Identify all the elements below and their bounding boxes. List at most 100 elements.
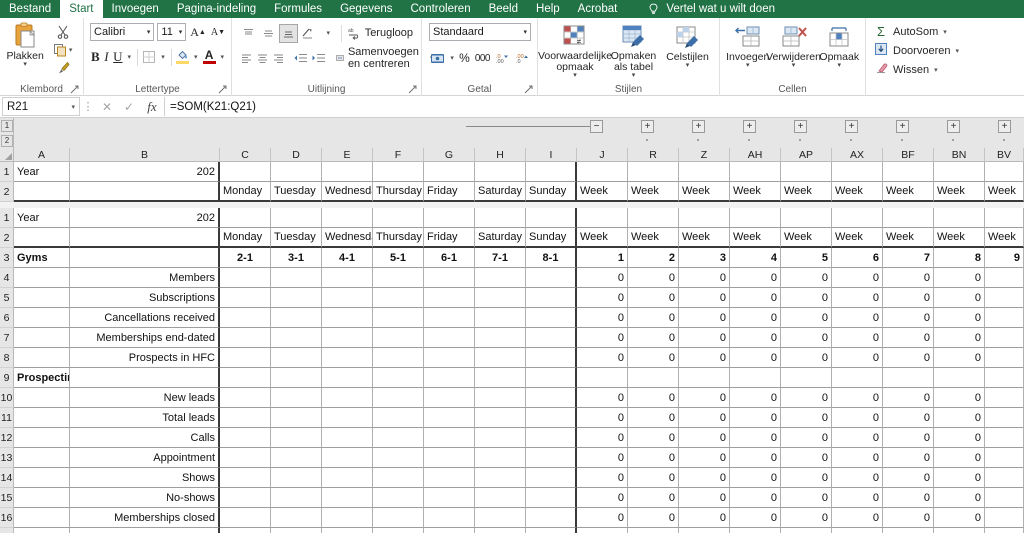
cell-E1[interactable] bbox=[322, 162, 373, 182]
cell-BF15[interactable]: 0 bbox=[883, 488, 934, 508]
row-header-14[interactable]: 14 bbox=[0, 468, 14, 488]
cell-AH1[interactable] bbox=[730, 208, 781, 228]
cell-D15[interactable] bbox=[271, 488, 322, 508]
cell-BV5[interactable] bbox=[985, 288, 1024, 308]
cell-R16[interactable]: 0 bbox=[628, 508, 679, 528]
cell-R11[interactable]: 0 bbox=[628, 408, 679, 428]
cell-G5[interactable] bbox=[424, 288, 475, 308]
cut-button[interactable] bbox=[56, 24, 70, 39]
cell-J14[interactable]: 0 bbox=[577, 468, 628, 488]
cell-G17[interactable] bbox=[424, 528, 475, 533]
cell-E15[interactable] bbox=[322, 488, 373, 508]
cell-C2[interactable]: Monday bbox=[220, 228, 271, 248]
cell-B11[interactable]: Total leads bbox=[70, 408, 220, 428]
cell-BN5[interactable]: 0 bbox=[934, 288, 985, 308]
cell-R14[interactable]: 0 bbox=[628, 468, 679, 488]
cell-B12[interactable]: Calls bbox=[70, 428, 220, 448]
cell-Z13[interactable]: 0 bbox=[679, 448, 730, 468]
cell-B9[interactable] bbox=[70, 368, 220, 388]
fill-color-button[interactable] bbox=[175, 48, 190, 67]
cell-R13[interactable]: 0 bbox=[628, 448, 679, 468]
cell-BN3[interactable]: 8 bbox=[934, 248, 985, 268]
cell-C13[interactable] bbox=[220, 448, 271, 468]
cell-BN10[interactable]: 0 bbox=[934, 388, 985, 408]
cell-C17[interactable] bbox=[220, 528, 271, 533]
cell-J10[interactable]: 0 bbox=[577, 388, 628, 408]
cell-J6[interactable]: 0 bbox=[577, 308, 628, 328]
cell-G10[interactable] bbox=[424, 388, 475, 408]
cell-BF10[interactable]: 0 bbox=[883, 388, 934, 408]
cell-BV2[interactable]: Week bbox=[985, 182, 1024, 202]
cell-Z5[interactable]: 0 bbox=[679, 288, 730, 308]
cell-BV17[interactable] bbox=[985, 528, 1024, 533]
cell-H8[interactable] bbox=[475, 348, 526, 368]
cell-BF12[interactable]: 0 bbox=[883, 428, 934, 448]
cell-J7[interactable]: 0 bbox=[577, 328, 628, 348]
cell-R4[interactable]: 0 bbox=[628, 268, 679, 288]
cell-R17[interactable] bbox=[628, 528, 679, 533]
cell-Z16[interactable]: 0 bbox=[679, 508, 730, 528]
cell-AH11[interactable]: 0 bbox=[730, 408, 781, 428]
cell-H13[interactable] bbox=[475, 448, 526, 468]
cell-H11[interactable] bbox=[475, 408, 526, 428]
cell-Z14[interactable]: 0 bbox=[679, 468, 730, 488]
cell-B2[interactable] bbox=[70, 182, 220, 202]
column-header-H[interactable]: H bbox=[475, 148, 526, 162]
ribbon-tab-gegevens[interactable]: Gegevens bbox=[331, 0, 401, 18]
cell-F5[interactable] bbox=[373, 288, 424, 308]
cell-I1[interactable] bbox=[526, 208, 577, 228]
cell-Z15[interactable]: 0 bbox=[679, 488, 730, 508]
cell-D2[interactable]: Tuesday bbox=[271, 228, 322, 248]
cell-AH1[interactable] bbox=[730, 162, 781, 182]
alignment-dialog-launcher[interactable] bbox=[408, 85, 417, 94]
cell-A7[interactable] bbox=[14, 328, 70, 348]
row-header-13[interactable]: 13 bbox=[0, 448, 14, 468]
ribbon-tab-start[interactable]: Start bbox=[60, 0, 103, 18]
cell-BF8[interactable]: 0 bbox=[883, 348, 934, 368]
cell-D7[interactable] bbox=[271, 328, 322, 348]
cell-BF7[interactable]: 0 bbox=[883, 328, 934, 348]
cell-E2[interactable]: Wednesda bbox=[322, 182, 373, 202]
cell-BF3[interactable]: 7 bbox=[883, 248, 934, 268]
cell-C4[interactable] bbox=[220, 268, 271, 288]
column-header-R[interactable]: R bbox=[628, 148, 679, 162]
cell-AX10[interactable]: 0 bbox=[832, 388, 883, 408]
cell-BN16[interactable]: 0 bbox=[934, 508, 985, 528]
cell-BF6[interactable]: 0 bbox=[883, 308, 934, 328]
cell-E3[interactable]: 4-1 bbox=[322, 248, 373, 268]
cell-AX14[interactable]: 0 bbox=[832, 468, 883, 488]
cell-AH16[interactable]: 0 bbox=[730, 508, 781, 528]
align-center-button[interactable] bbox=[255, 49, 270, 68]
cell-R7[interactable]: 0 bbox=[628, 328, 679, 348]
cell-H10[interactable] bbox=[475, 388, 526, 408]
cell-Z1[interactable] bbox=[679, 208, 730, 228]
cell-R5[interactable]: 0 bbox=[628, 288, 679, 308]
cell-A3[interactable]: Gyms bbox=[14, 248, 70, 268]
cell-BV16[interactable] bbox=[985, 508, 1024, 528]
cell-A4[interactable] bbox=[14, 268, 70, 288]
cell-G1[interactable] bbox=[424, 162, 475, 182]
cell-BN9[interactable] bbox=[934, 368, 985, 388]
align-left-button[interactable] bbox=[239, 49, 254, 68]
ribbon-tab-formules[interactable]: Formules bbox=[265, 0, 331, 18]
cell-B16[interactable]: Memberships closed bbox=[70, 508, 220, 528]
cell-C10[interactable] bbox=[220, 388, 271, 408]
cell-AP5[interactable]: 0 bbox=[781, 288, 832, 308]
row-header-2[interactable]: 2 bbox=[0, 182, 14, 202]
cell-AX4[interactable]: 0 bbox=[832, 268, 883, 288]
cell-B17[interactable] bbox=[70, 528, 220, 533]
cell-BN2[interactable]: Week bbox=[934, 182, 985, 202]
cell-I2[interactable]: Sunday bbox=[526, 228, 577, 248]
cell-H1[interactable] bbox=[475, 162, 526, 182]
cell-AH14[interactable]: 0 bbox=[730, 468, 781, 488]
cell-AH9[interactable] bbox=[730, 368, 781, 388]
column-header-J[interactable]: J bbox=[577, 148, 628, 162]
row-header-16[interactable]: 16 bbox=[0, 508, 14, 528]
cell-D11[interactable] bbox=[271, 408, 322, 428]
outline-expand-button-8[interactable]: + bbox=[998, 120, 1011, 133]
cell-R6[interactable]: 0 bbox=[628, 308, 679, 328]
cell-A14[interactable] bbox=[14, 468, 70, 488]
cell-F11[interactable] bbox=[373, 408, 424, 428]
cell-I16[interactable] bbox=[526, 508, 577, 528]
row-header-10[interactable]: 10 bbox=[0, 388, 14, 408]
